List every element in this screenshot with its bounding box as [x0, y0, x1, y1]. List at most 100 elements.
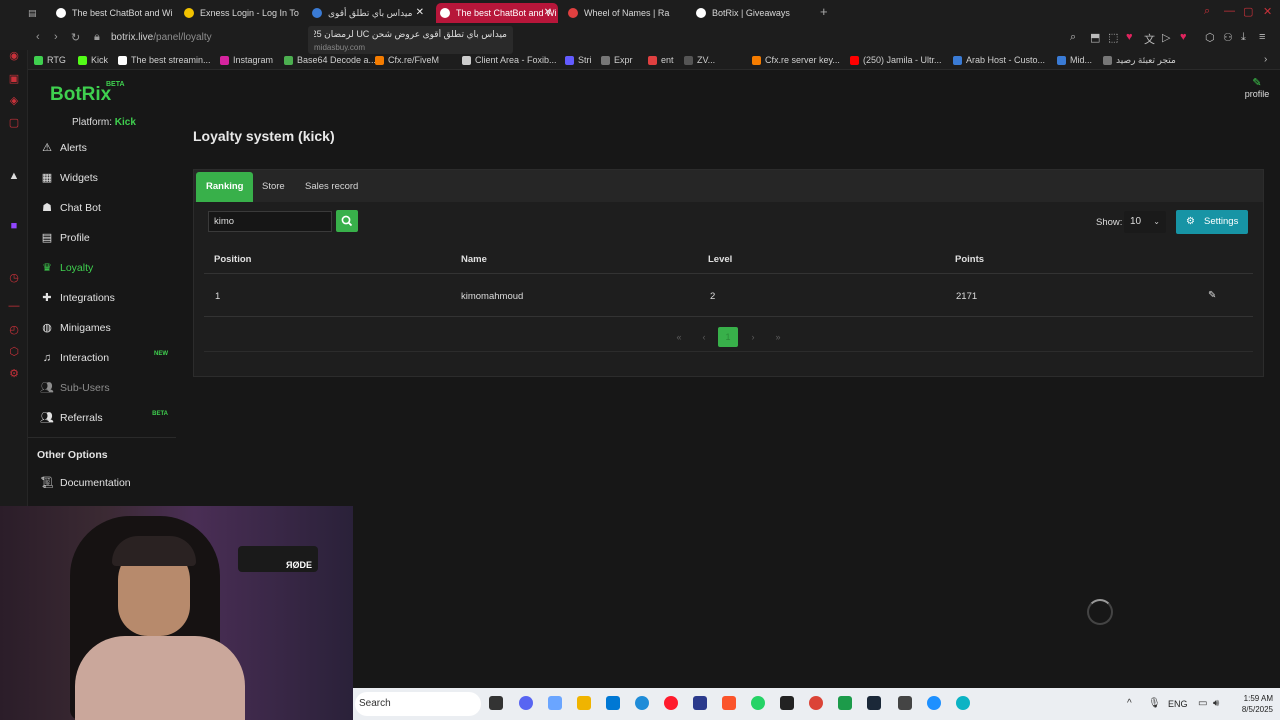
account-icon[interactable]: ⚇ — [1223, 31, 1233, 44]
opera-icon[interactable] — [664, 696, 678, 710]
tab-sales-record[interactable]: Sales record — [295, 172, 368, 202]
steam-icon[interactable] — [867, 696, 881, 710]
pager-last-icon[interactable]: » — [768, 327, 788, 347]
bookmark-item[interactable]: Cfx.re server key... — [752, 55, 840, 65]
bookmark-item[interactable]: The best streamin... — [118, 55, 211, 65]
brave-icon[interactable] — [722, 696, 736, 710]
bookmark-item[interactable]: Base64 Decode a... — [284, 55, 376, 65]
bookmark-item[interactable]: ZV... — [684, 55, 715, 65]
snapshot-icon[interactable]: ⬚ — [1108, 31, 1118, 44]
xbox-icon[interactable] — [838, 696, 852, 710]
browser-app-2-icon[interactable] — [956, 696, 970, 710]
column-header-level[interactable]: Level — [708, 254, 732, 265]
sidebar-item-loyalty[interactable]: ♛ Loyalty — [28, 256, 176, 280]
profile-link[interactable]: ✎ profile — [1240, 76, 1274, 99]
forward-button[interactable]: › — [54, 31, 58, 43]
bookmark-item[interactable]: Kick — [78, 55, 108, 65]
task-view-icon[interactable] — [489, 696, 503, 710]
sidebar-item-minigames[interactable]: ◍ Minigames — [28, 316, 176, 340]
column-header-position[interactable]: Position — [214, 254, 251, 265]
bookmark-item[interactable]: Instagram — [220, 55, 273, 65]
bookmark-item[interactable]: ent — [648, 55, 674, 65]
bookmark-item[interactable]: (250) Jamila - Ultr... — [850, 55, 942, 65]
bookmark-item[interactable]: Mid... — [1057, 55, 1092, 65]
aria-icon[interactable]: ▲ — [8, 170, 20, 182]
bookmark-item[interactable]: Arab Host - Custo... — [953, 55, 1045, 65]
browser-tab[interactable]: The best ChatBot and Wi ✕ — [436, 3, 558, 23]
tab-store[interactable]: Store — [252, 172, 295, 202]
settings-gear-icon[interactable]: ⚙ — [8, 368, 20, 380]
taskbar-search[interactable]: Search — [355, 692, 481, 716]
microphone-tray-icon[interactable]: 🎙︎ — [1148, 698, 1161, 709]
unity-icon[interactable] — [780, 696, 794, 710]
search-button[interactable] — [336, 210, 358, 232]
close-tab-icon[interactable]: ✕ — [544, 3, 552, 23]
input-language[interactable]: ENG — [1168, 699, 1188, 709]
search-input[interactable] — [208, 211, 332, 232]
discord-icon[interactable] — [519, 696, 533, 710]
edge-icon[interactable] — [635, 696, 649, 710]
column-header-points[interactable]: Points — [955, 254, 984, 265]
visual-studio-icon[interactable] — [693, 696, 707, 710]
bookmark-item[interactable]: متجر تعبئة رصيد — [1103, 55, 1176, 66]
file-explorer-icon[interactable] — [577, 696, 591, 710]
column-header-name[interactable]: Name — [461, 254, 487, 265]
brand-logo[interactable]: BotRix — [50, 84, 111, 106]
clock-icon[interactable]: ◴ — [8, 324, 20, 336]
heart-icon[interactable]: ♥ — [1126, 31, 1133, 43]
shield-icon[interactable]: ◈ — [8, 95, 20, 107]
reload-button[interactable]: ↻ — [71, 31, 80, 44]
maximize-button[interactable]: ▢ — [1243, 5, 1253, 18]
pager-prev-icon[interactable]: ‹ — [694, 327, 714, 347]
minimize-button[interactable]: — — [1224, 5, 1235, 17]
sidebar-item-profile[interactable]: ▤ Profile — [28, 226, 176, 250]
zoom-icon[interactable]: ⌕ — [1070, 31, 1076, 44]
search-tabs-icon[interactable]: ⌕ — [1204, 5, 1210, 18]
volume-icon[interactable]: 🔊︎ — [1213, 698, 1219, 709]
bookmark-icon[interactable]: ▣ — [8, 73, 20, 85]
pager-next-icon[interactable]: › — [743, 327, 763, 347]
sidebar-item-integrations[interactable]: ✚ Integrations — [28, 286, 176, 310]
terminal-icon[interactable] — [898, 696, 912, 710]
browser-tab[interactable]: BotRix | Giveaways — [692, 3, 814, 23]
browser-tab[interactable]: The best ChatBot and Wi — [52, 3, 174, 23]
bookmark-item[interactable]: RTG — [34, 55, 66, 65]
copilot-icon[interactable] — [548, 696, 562, 710]
browser-tab[interactable]: Wheel of Names | Ra — [564, 3, 686, 23]
chrome-icon[interactable] — [809, 696, 823, 710]
page-size-select[interactable]: 10 ⌄ — [1124, 211, 1166, 233]
settings-button[interactable]: ⚙ Settings — [1176, 210, 1248, 234]
browser-app-icon[interactable] — [927, 696, 941, 710]
browser-tab[interactable]: ميداس باي تطلق أقوى ✕ — [308, 3, 430, 23]
tray-overflow-icon[interactable]: ^ — [1127, 698, 1132, 709]
bookmarks-overflow-icon[interactable]: › — [1264, 54, 1267, 65]
sidebar-item-widgets[interactable]: ▦ Widgets — [28, 166, 176, 190]
twitch-icon[interactable]: ■ — [8, 220, 20, 232]
bookmark-item[interactable]: Cfx.re/FiveM — [375, 55, 439, 65]
sidebar-item-alerts[interactable]: ⚠ Alerts — [28, 136, 176, 160]
download-icon[interactable]: ⤓ — [1241, 31, 1246, 44]
instagram-icon[interactable]: ▢ — [8, 117, 20, 129]
sidebar-item-sub-users[interactable]: 👥︎ Sub-Users — [28, 376, 176, 400]
extensions-icon[interactable]: ⬡ — [1205, 31, 1215, 44]
store-icon[interactable] — [606, 696, 620, 710]
minus-icon[interactable]: — — [8, 300, 20, 312]
translate-icon[interactable]: 文 — [1144, 31, 1155, 47]
easy-setup-icon[interactable]: ≡ — [1259, 31, 1265, 43]
edit-pencil-icon[interactable]: ✎ — [1208, 290, 1216, 301]
history-icon[interactable]: ◷ — [8, 272, 20, 284]
close-window-button[interactable]: ✕ — [1263, 5, 1272, 18]
lock-icon[interactable]: 🔒︎ — [94, 31, 100, 44]
pager-current-page[interactable]: 1 — [718, 327, 738, 347]
whatsapp-icon[interactable] — [751, 696, 765, 710]
messenger-icon[interactable]: ◉ — [8, 50, 20, 62]
url-field[interactable]: botrix.live/panel/loyalty — [111, 32, 212, 43]
sidebar-item-interaction[interactable]: ♫ Interaction NEW — [28, 346, 176, 370]
heart-filled-icon[interactable]: ♥ — [1180, 31, 1187, 43]
browser-tab[interactable]: Exness Login - Log In To — [180, 3, 302, 23]
close-tab-icon[interactable]: ✕ — [416, 3, 424, 23]
network-icon[interactable]: ▭ — [1198, 698, 1207, 709]
taskbar-clock[interactable]: 1:59 AM 8/5/2025 — [1233, 693, 1273, 715]
new-tab-button[interactable]: + — [820, 4, 828, 19]
sidebar-item-referrals[interactable]: 👥︎ Referrals BETA — [28, 406, 176, 430]
